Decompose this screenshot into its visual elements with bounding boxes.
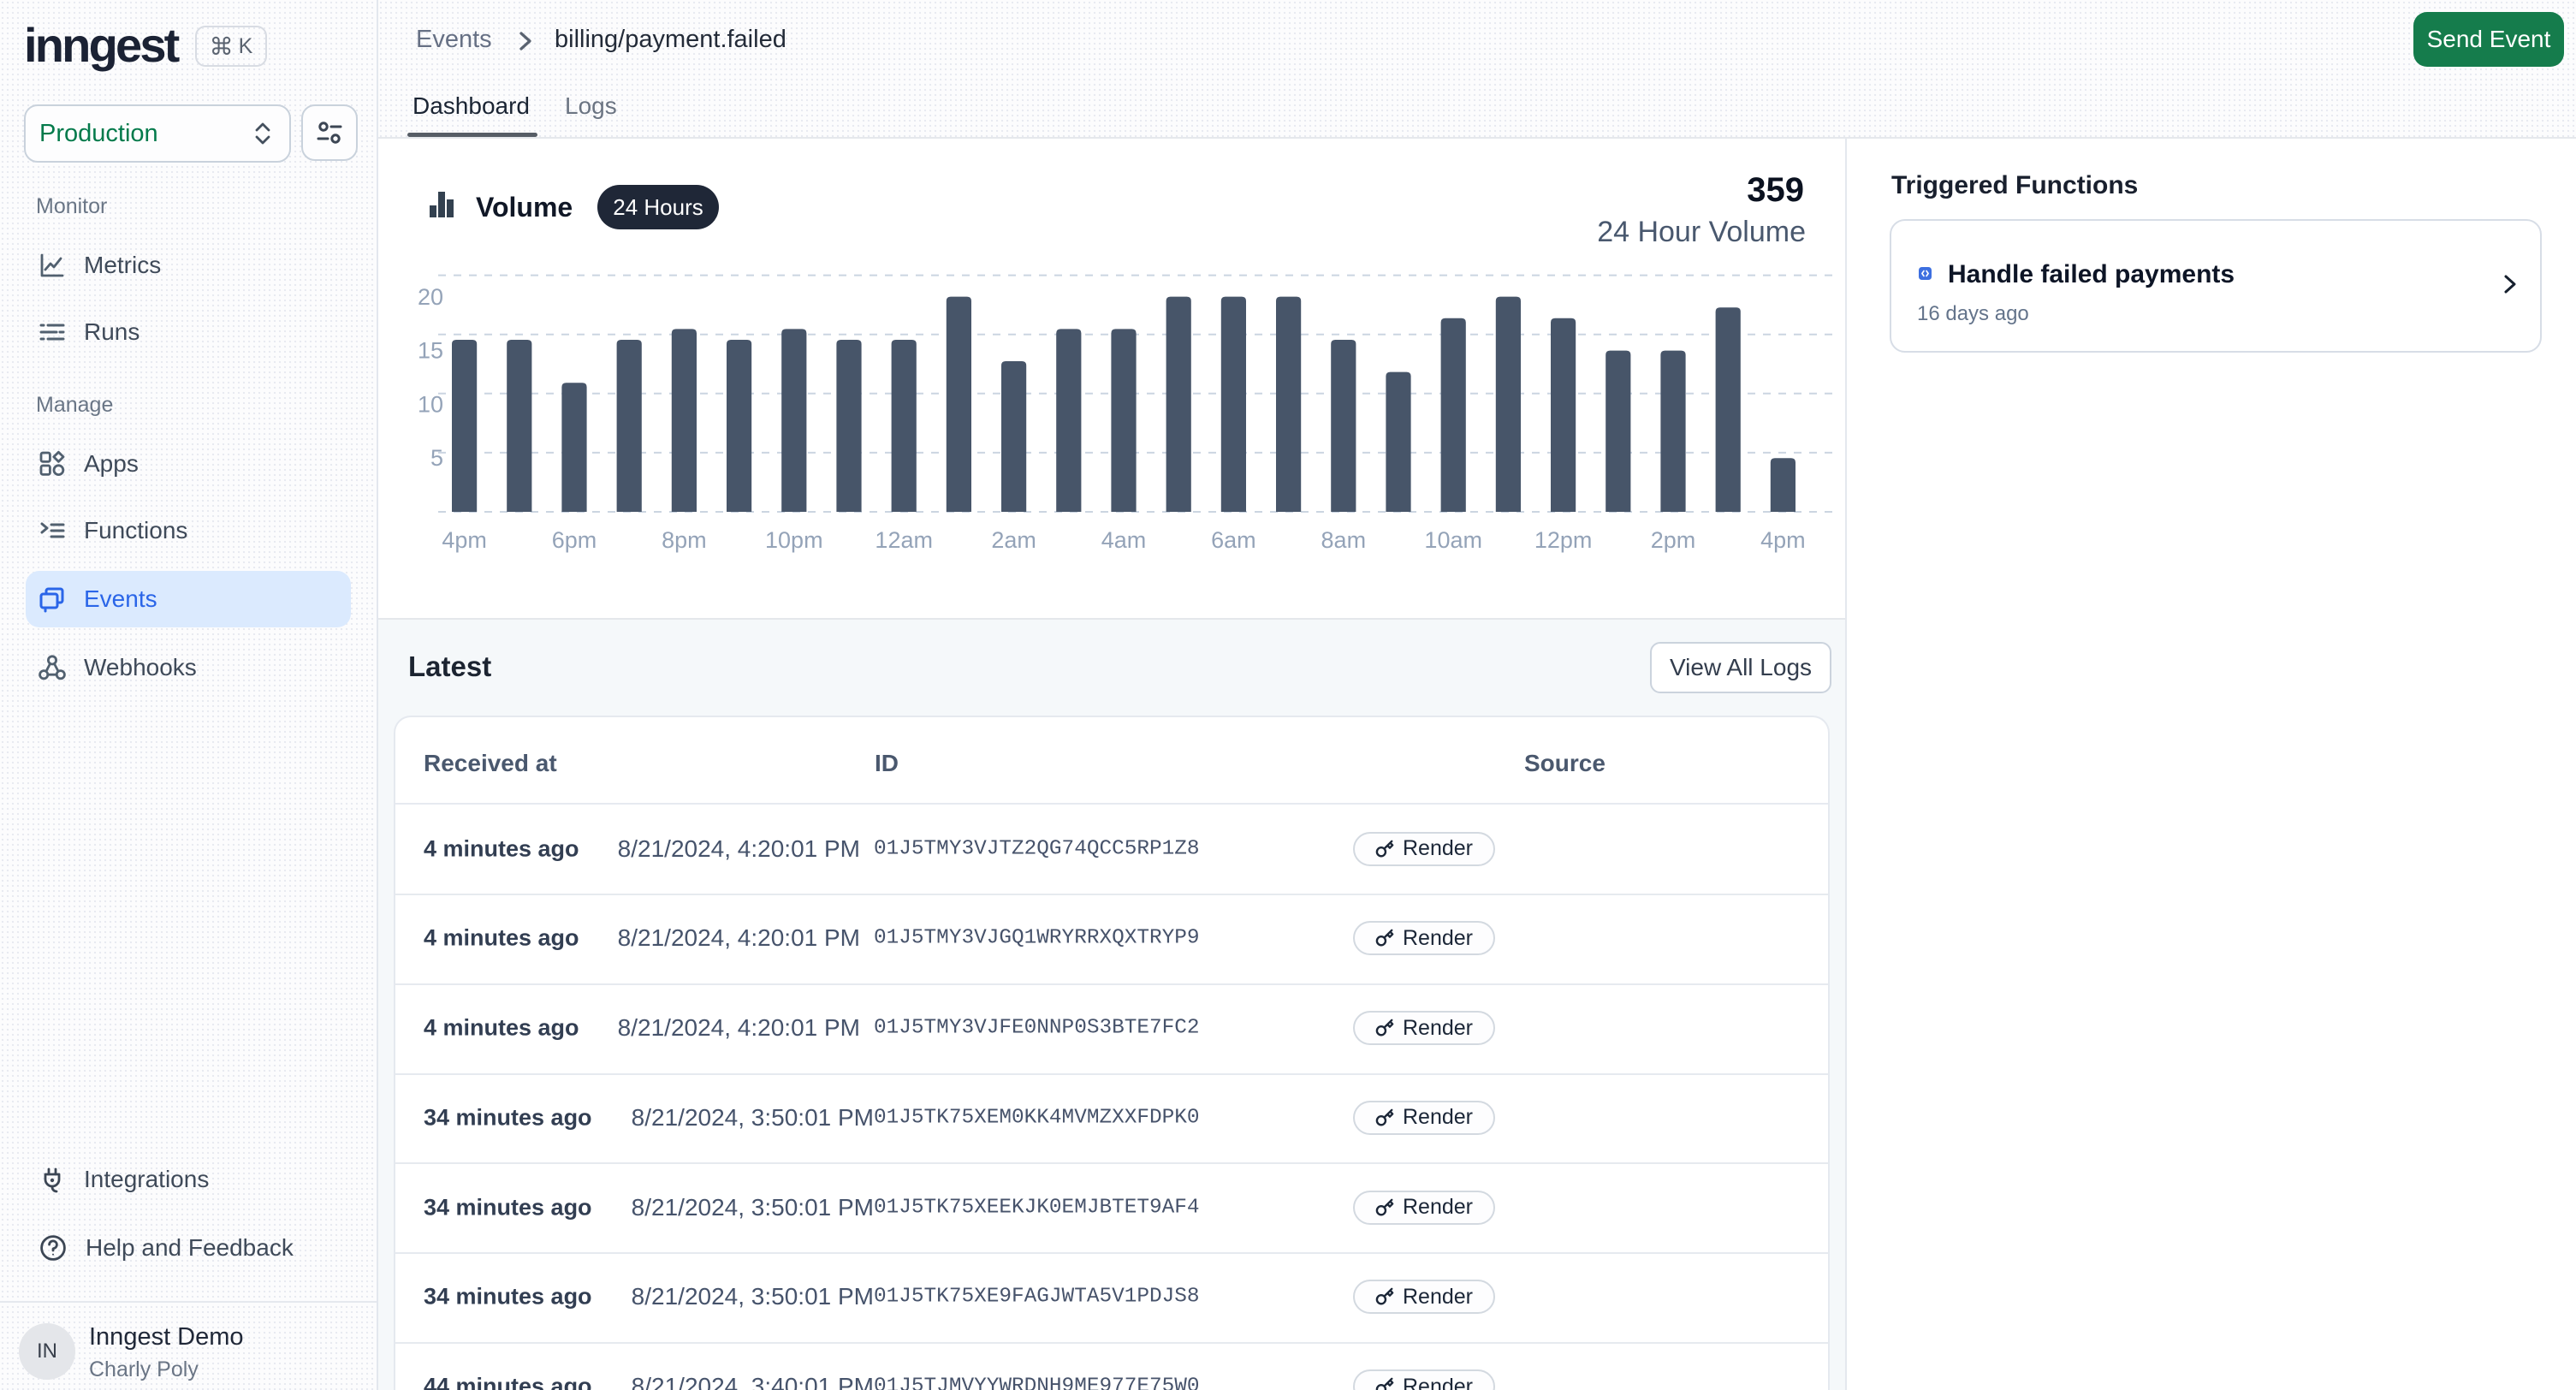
svg-text:10pm: 10pm	[765, 527, 823, 553]
svg-text:4am: 4am	[1101, 527, 1147, 553]
svg-text:5: 5	[430, 445, 443, 471]
svg-text:2pm: 2pm	[1651, 527, 1696, 553]
svg-text:12am: 12am	[875, 527, 933, 553]
svg-text:4pm: 4pm	[442, 527, 487, 553]
svg-text:6pm: 6pm	[552, 527, 597, 553]
svg-text:10am: 10am	[1424, 527, 1482, 553]
svg-text:15: 15	[418, 338, 443, 364]
svg-text:2am: 2am	[991, 527, 1036, 553]
svg-text:8am: 8am	[1321, 527, 1367, 553]
svg-text:20: 20	[418, 284, 443, 310]
svg-text:4pm: 4pm	[1760, 527, 1806, 553]
svg-text:8pm: 8pm	[662, 527, 707, 553]
svg-text:12pm: 12pm	[1534, 527, 1593, 553]
svg-text:6am: 6am	[1211, 527, 1256, 553]
svg-text:10: 10	[418, 391, 443, 417]
